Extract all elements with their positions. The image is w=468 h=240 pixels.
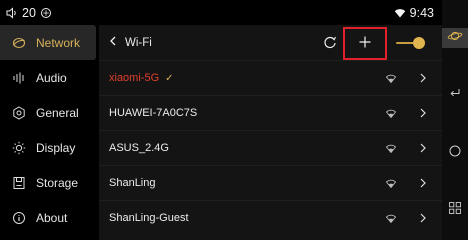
plus-icon [359, 36, 371, 51]
connected-check-icon: ✓ [165, 72, 174, 84]
sidebar-item-audio[interactable]: Audio [0, 60, 96, 95]
status-volume-level: 20 [22, 5, 36, 20]
network-row[interactable]: ShanLing [99, 165, 442, 200]
chevron-right-icon [419, 178, 427, 188]
chevron-right-icon [419, 73, 427, 83]
status-time: 9:43 [409, 5, 434, 20]
network-ssid: xiaomi-5G [109, 72, 160, 84]
page-title: Wi-Fi [125, 36, 152, 49]
network-list: xiaomi-5G ✓ HUAWEI-7A0C7S ASUS_2.4G Shan… [99, 60, 442, 235]
gear-icon [12, 105, 26, 120]
wifi-signal-icon [385, 74, 397, 84]
wifi-header: Wi-Fi [99, 25, 442, 60]
network-row[interactable]: ASUS_2.4G [99, 130, 442, 165]
chevron-left-icon [109, 36, 117, 49]
wifi-panel: Wi-Fi xiaomi-5G ✓ HUAWEI-7A0C7S ASUS_2.4… [99, 25, 442, 240]
sidebar-item-network[interactable]: Network [0, 25, 96, 60]
settings-sidebar: Network Audio General Display Storage Ab… [0, 25, 96, 240]
globe-icon [12, 36, 26, 50]
settings-status-icon [40, 7, 52, 19]
sidebar-item-general[interactable]: General [0, 95, 96, 130]
network-ssid: ShanLing-Guest [109, 212, 189, 224]
home-nav-icon[interactable] [448, 144, 462, 158]
assistant-button[interactable] [442, 28, 468, 48]
wifi-status-icon [394, 7, 406, 19]
toggle-knob [413, 37, 425, 49]
chevron-right-icon [419, 108, 427, 118]
chevron-right-icon [419, 143, 427, 153]
back-nav-icon[interactable] [448, 86, 462, 100]
info-icon [12, 211, 26, 225]
network-row[interactable]: ShanLing-Guest [99, 200, 442, 235]
sidebar-item-label: Storage [36, 175, 79, 190]
wifi-signal-icon [385, 109, 397, 119]
app-window: 20 9:43 Network Audio General Display St… [0, 0, 468, 240]
network-ssid: ShanLing [109, 177, 156, 189]
audio-bars-icon [12, 71, 26, 85]
sidebar-item-display[interactable]: Display [0, 130, 96, 165]
planet-icon [447, 29, 463, 47]
network-row[interactable]: xiaomi-5G ✓ [99, 60, 442, 95]
sidebar-item-label: Display [36, 140, 76, 155]
sidebar-item-label: About [36, 210, 68, 225]
network-row[interactable]: HUAWEI-7A0C7S [99, 95, 442, 130]
storage-icon [12, 176, 26, 190]
sidebar-item-storage[interactable]: Storage [0, 165, 96, 200]
sidebar-item-label: General [36, 105, 79, 120]
chevron-right-icon [419, 213, 427, 223]
wifi-signal-icon [385, 214, 397, 224]
back-button[interactable]: Wi-Fi [109, 36, 152, 49]
status-bar: 20 9:43 [0, 0, 442, 25]
sun-icon [12, 141, 26, 155]
system-nav-rail [442, 0, 468, 240]
wifi-signal-icon [385, 144, 397, 154]
network-ssid: ASUS_2.4G [109, 142, 169, 154]
sidebar-item-about[interactable]: About [0, 200, 96, 235]
refresh-icon[interactable] [323, 35, 337, 49]
network-ssid: HUAWEI-7A0C7S [109, 107, 198, 119]
wifi-signal-icon [385, 179, 397, 189]
wifi-toggle[interactable] [396, 36, 426, 50]
volume-icon [6, 6, 18, 19]
add-network-button[interactable] [343, 27, 387, 60]
sidebar-item-label: Audio [36, 70, 67, 85]
sidebar-item-label: Network [36, 35, 81, 50]
recent-apps-icon[interactable] [448, 201, 462, 215]
